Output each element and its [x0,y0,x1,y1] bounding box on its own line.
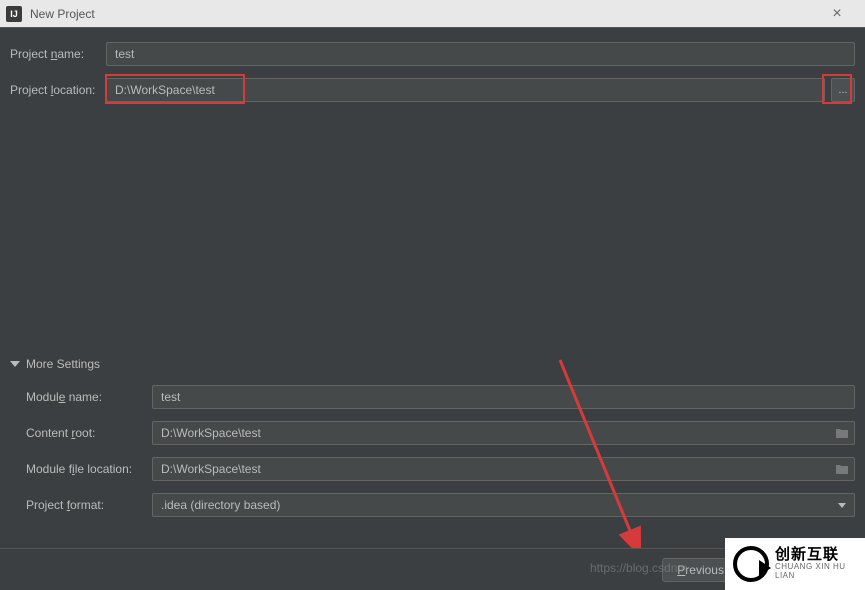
app-icon: IJ [6,6,22,22]
project-location-input[interactable] [106,78,825,102]
more-settings-toggle[interactable]: More Settings [10,357,855,371]
module-file-location-label: Module file location: [26,462,146,476]
module-name-input[interactable] [152,385,855,409]
content-root-input[interactable] [152,421,855,445]
logo-overlay: 创新互联 CHUANG XIN HU LIAN [725,538,865,590]
chevron-down-icon [838,503,846,508]
logo-icon [733,546,769,582]
browse-button[interactable]: ... [831,78,855,102]
module-file-location-input[interactable] [152,457,855,481]
dialog-content: Project name: Project location: ... More… [0,28,865,543]
watermark-text: https://blog.csdn.n [590,561,687,575]
window-title: New Project [30,7,95,21]
logo-text: 创新互联 CHUANG XIN HU LIAN [775,547,857,581]
module-name-label: Module name: [26,390,146,404]
project-format-row: Project format: .idea (directory based) [26,493,855,517]
logo-main: 创新互联 [775,547,857,564]
more-settings-label: More Settings [26,357,100,371]
project-location-label: Project location: [10,83,100,97]
more-settings-panel: Module name: Content root: Module file l… [10,385,855,517]
project-format-label: Project format: [26,498,146,512]
project-location-row: Project location: ... [10,78,855,102]
logo-sub: CHUANG XIN HU LIAN [775,563,857,581]
close-button[interactable]: × [817,0,857,28]
content-root-label: Content root: [26,426,146,440]
chevron-down-icon [10,361,20,367]
folder-icon[interactable] [835,427,849,439]
project-format-dropdown[interactable]: .idea (directory based) [152,493,855,517]
project-name-input[interactable] [106,42,855,66]
project-name-row: Project name: [10,42,855,66]
module-name-row: Module name: [26,385,855,409]
content-root-row: Content root: [26,421,855,445]
project-name-label: Project name: [10,47,100,61]
module-file-location-row: Module file location: [26,457,855,481]
titlebar: IJ New Project × [0,0,865,28]
project-format-value: .idea (directory based) [153,498,854,512]
folder-icon[interactable] [835,463,849,475]
